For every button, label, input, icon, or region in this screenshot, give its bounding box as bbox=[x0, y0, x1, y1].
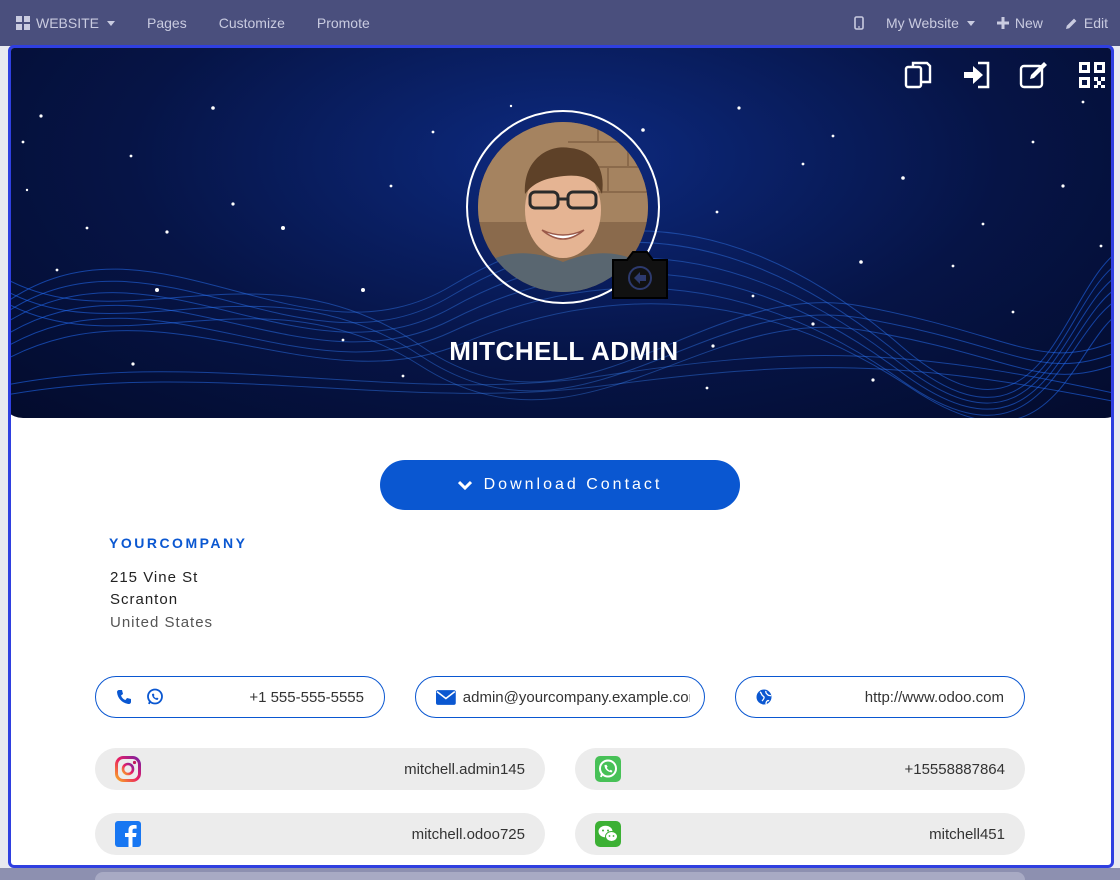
customize-menu[interactable]: Customize bbox=[219, 15, 285, 31]
edit-button-label: Edit bbox=[1083, 15, 1108, 31]
instagram-icon bbox=[115, 756, 141, 782]
download-contact-button[interactable]: Download Contact bbox=[380, 460, 740, 510]
my-website-menu[interactable]: My Website bbox=[886, 15, 975, 31]
website-menu[interactable]: WEBSITE bbox=[16, 15, 116, 31]
download-contact-label: Download Contact bbox=[483, 476, 663, 493]
hero-toolbar bbox=[903, 60, 1107, 90]
edit-button[interactable]: Edit bbox=[1065, 15, 1108, 31]
chevron-down-icon bbox=[107, 20, 116, 26]
website-url: http://www.odoo.com bbox=[864, 688, 1004, 706]
plus-icon bbox=[996, 17, 1009, 29]
facebook-icon bbox=[115, 821, 141, 847]
email-pill[interactable]: admin@yourcompany.example.com bbox=[415, 676, 705, 718]
my-website-label: My Website bbox=[885, 15, 959, 31]
wechat-handle: mitchell451 bbox=[929, 825, 1005, 843]
sign-in-icon[interactable] bbox=[961, 60, 991, 90]
profile-hero: MITCHELL ADMIN bbox=[11, 48, 1111, 418]
page-frame: MITCHELL ADMIN Download Contact YOURCOMP… bbox=[8, 45, 1114, 868]
address-street: 215 Vine St bbox=[110, 569, 199, 586]
chevron-down-icon bbox=[966, 20, 975, 26]
pages-menu-label: Pages bbox=[147, 15, 187, 31]
mobile-icon bbox=[854, 16, 864, 30]
pencil-icon bbox=[1065, 18, 1077, 29]
whatsapp-row[interactable]: +15558887864 bbox=[575, 748, 1025, 790]
facebook-row[interactable]: mitchell.odoo725 bbox=[95, 813, 545, 855]
website-pill[interactable]: http://www.odoo.com bbox=[735, 676, 1025, 718]
phone-icon bbox=[117, 690, 131, 704]
new-button-label: New bbox=[1014, 15, 1043, 31]
promote-menu[interactable]: Promote bbox=[317, 15, 370, 31]
pages-menu[interactable]: Pages bbox=[147, 15, 187, 31]
camera-icon[interactable] bbox=[609, 246, 671, 302]
company-name: YOURCOMPANY bbox=[109, 535, 248, 551]
wechat-row[interactable]: mitchell451 bbox=[575, 813, 1025, 855]
instagram-row[interactable]: mitchell.admin145 bbox=[95, 748, 545, 790]
address-city: Scranton bbox=[110, 591, 179, 608]
next-row-peek bbox=[95, 872, 1025, 880]
whatsapp-icon bbox=[595, 756, 621, 782]
edit-note-icon[interactable] bbox=[1019, 60, 1049, 90]
apps-grid-icon bbox=[16, 16, 30, 30]
top-nav-left: WEBSITE Pages Customize Promote bbox=[0, 15, 402, 31]
top-nav-right: My Website New Edit bbox=[832, 15, 1120, 31]
customize-menu-label: Customize bbox=[218, 15, 285, 31]
instagram-handle: mitchell.admin145 bbox=[404, 760, 525, 778]
wechat-icon bbox=[595, 821, 621, 847]
chevron-down-icon bbox=[457, 480, 472, 490]
globe-icon bbox=[756, 689, 772, 705]
new-button[interactable]: New bbox=[996, 15, 1043, 31]
phone-number: +1 555-555-5555 bbox=[249, 688, 364, 706]
envelope-icon bbox=[436, 689, 456, 705]
top-nav-bar: WEBSITE Pages Customize Promote My Websi… bbox=[0, 0, 1120, 46]
whatsapp-number: +15558887864 bbox=[904, 760, 1005, 778]
qr-code-icon[interactable] bbox=[1077, 60, 1107, 90]
facebook-handle: mitchell.odoo725 bbox=[411, 825, 525, 843]
mobile-preview-button[interactable] bbox=[854, 16, 864, 30]
whatsapp-icon bbox=[147, 688, 163, 705]
promote-menu-label: Promote bbox=[316, 15, 370, 31]
address-country: United States bbox=[110, 614, 214, 631]
website-menu-label: WEBSITE bbox=[36, 15, 100, 31]
copy-icon[interactable] bbox=[903, 60, 933, 90]
profile-name: MITCHELL ADMIN bbox=[449, 336, 679, 366]
email-address: admin@yourcompany.example.com bbox=[462, 688, 690, 706]
phone-pill[interactable]: +1 555-555-5555 bbox=[95, 676, 385, 718]
